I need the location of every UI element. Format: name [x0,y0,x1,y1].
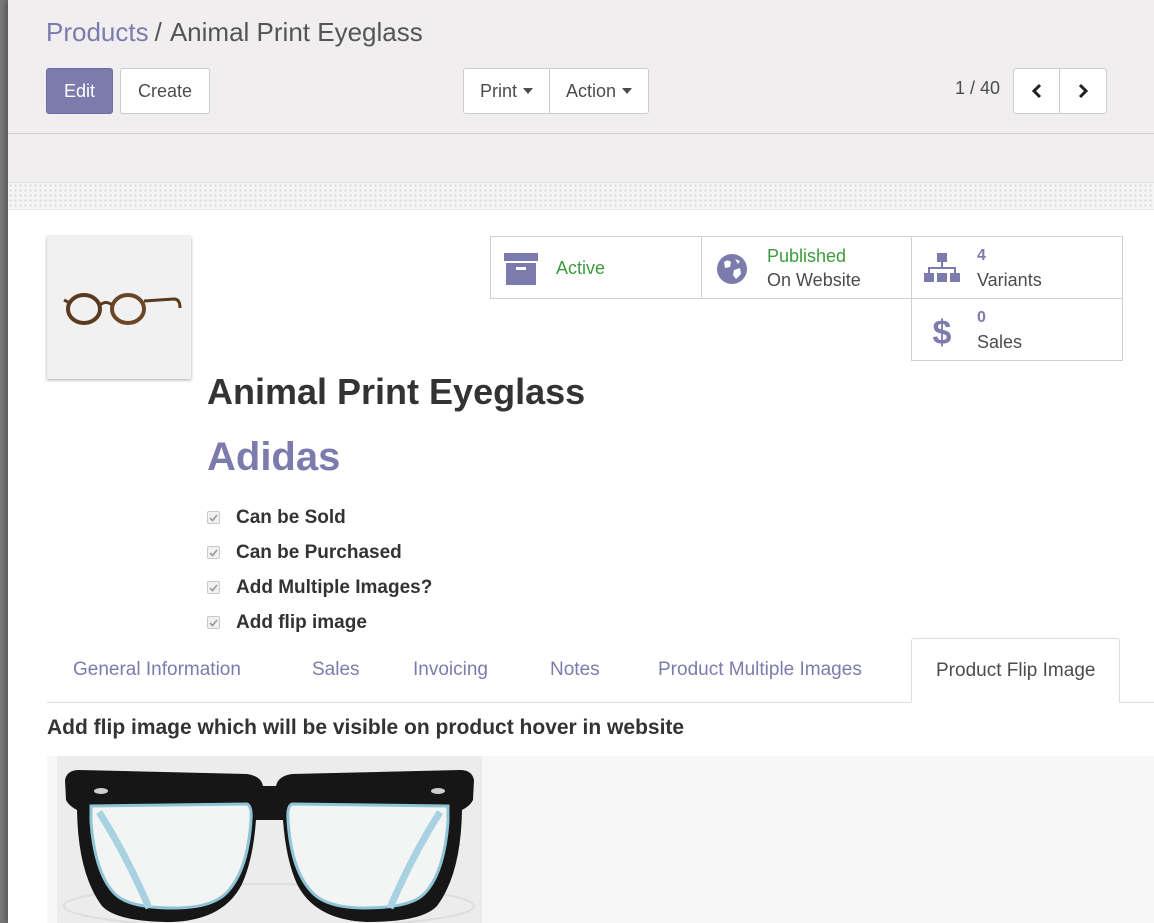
caret-down-icon [622,88,633,94]
form-statusbar [8,134,1154,183]
sidebar-actions: Print Action [463,68,650,114]
edit-button[interactable]: Edit [46,68,113,114]
checkbox[interactable] [207,511,220,524]
tab-product-flip-image[interactable]: Product Flip Image [911,638,1121,703]
checkbox[interactable] [207,581,220,594]
eyeglasses-image [63,770,475,923]
check-icon [209,583,218,592]
tab-notes[interactable]: Notes [550,638,600,702]
on-website-label: On Website [767,270,861,290]
tab-invoicing[interactable]: Invoicing [413,638,488,702]
chevron-left-icon [1031,83,1041,99]
action-dropdown-button[interactable]: Action [550,68,650,114]
checkbox[interactable] [207,616,220,629]
form-sheet: Active Published On Website 4 Variants $… [8,210,1154,923]
chevron-right-icon [1078,83,1089,99]
add-flip-image-checkbox-row: Add flip image [207,605,432,640]
odoo-window: Products / Animal Print Eyeglass Edit Crea… [8,0,1154,923]
published-label: Published [767,246,847,266]
pager-next-button[interactable] [1060,68,1107,114]
checkbox-label: Can be Purchased [236,541,402,563]
product-name: Animal Print Eyeglass [207,371,586,412]
eyeglasses-thumbnail [63,292,182,325]
website-publish-button[interactable]: Published On Website [701,236,912,299]
checkbox-label: Add Multiple Images? [236,576,433,598]
check-icon [209,618,218,627]
can-be-purchased-checkbox-row: Can be Purchased [207,535,432,570]
dollar-icon: $ [924,313,960,349]
create-button[interactable]: Create [120,68,210,114]
pager [1013,68,1107,114]
sales-count: 0 [977,309,986,326]
breadcrumb: Products / Animal Print Eyeglass [46,16,423,48]
flip-image[interactable] [57,756,482,923]
flip-image-field [47,756,1154,923]
caret-down-icon [523,88,534,94]
control-panel: Products / Animal Print Eyeglass Edit Crea… [8,0,1154,134]
print-dropdown-button[interactable]: Print [463,68,551,114]
tab-sales[interactable]: Sales [312,638,360,702]
product-brand[interactable]: Adidas [207,435,340,480]
active-label: Active [556,258,606,278]
pager-value[interactable]: 1 / 40 [955,78,1000,99]
checkbox-label: Add flip image [236,611,367,633]
sales-label: Sales [977,332,1023,352]
pager-previous-button[interactable] [1013,68,1060,114]
sitemap-icon [924,251,960,287]
breadcrumb-separator: / [154,17,162,47]
checkbox[interactable] [207,546,220,559]
breadcrumb-products-link[interactable]: Products [46,17,149,47]
svg-text:$: $ [933,314,952,349]
tab-general-information[interactable]: General Information [73,638,241,702]
variants-label: Variants [977,270,1042,290]
checkbox-label: Can be Sold [236,506,346,528]
tab-product-multiple-images[interactable]: Product Multiple Images [658,638,862,702]
add-multiple-images-checkbox-row: Add Multiple Images? [207,570,432,605]
check-icon [209,548,218,557]
variants-count: 4 [977,247,986,264]
print-label: Print [480,80,518,101]
variants-button[interactable]: 4 Variants [911,236,1123,299]
product-image[interactable] [47,236,191,379]
breadcrumb-current: Animal Print Eyeglass [169,17,423,47]
product-options: Can be Sold Can be Purchased Add Multipl… [207,500,432,640]
notebook-tabs: General Information Sales Invoicing Note… [47,638,1154,703]
form-background [8,183,1154,210]
globe-icon [714,251,750,287]
archive-icon [503,251,539,287]
active-toggle-button[interactable]: Active [490,236,702,299]
flip-image-label: Add flip image which will be visible on … [47,716,685,739]
can-be-sold-checkbox-row: Can be Sold [207,500,432,535]
check-icon [209,513,218,522]
action-label: Action [566,80,617,101]
sales-button[interactable]: $ 0 Sales [911,298,1123,361]
